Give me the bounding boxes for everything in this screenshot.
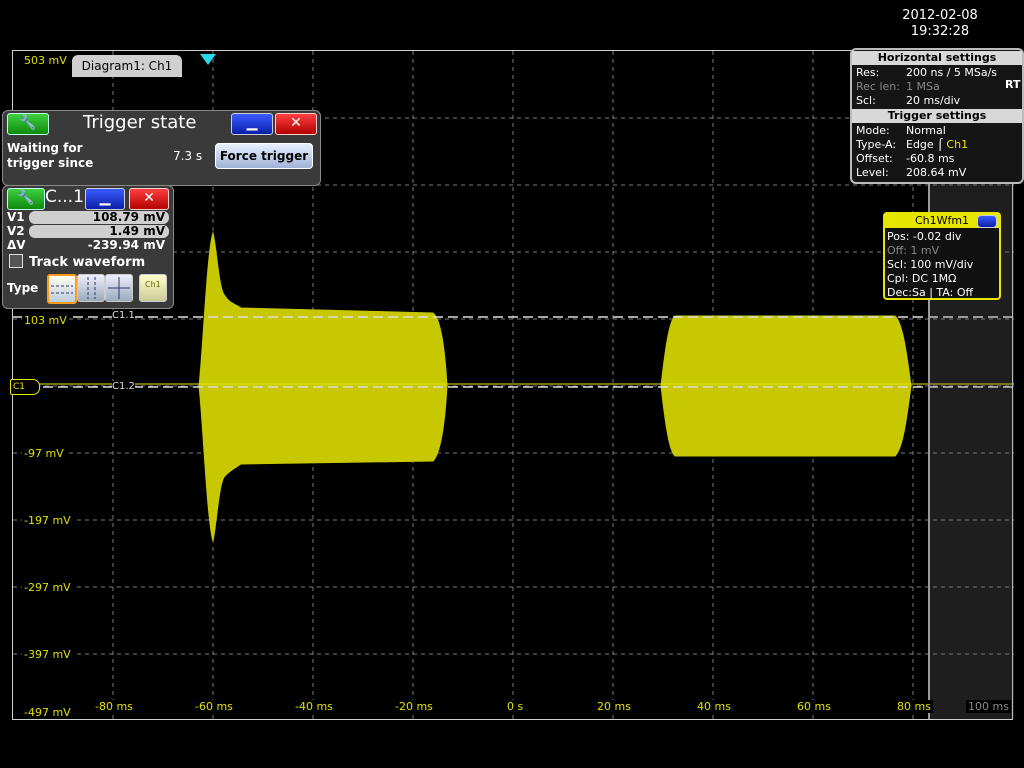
y-label-7: -497 mV xyxy=(22,706,73,719)
type-row[interactable]: Type-A: Edge ⌠ Ch1 xyxy=(856,138,968,152)
x-label-6: 20 ms xyxy=(595,700,633,713)
horizontal-cursor-type-icon[interactable] xyxy=(47,274,77,304)
cursor-title: C...1 xyxy=(45,187,84,207)
x-label-3: -40 ms xyxy=(293,700,335,713)
x-label-5: 0 s xyxy=(505,700,526,713)
trigger-wait-time: 7.3 s xyxy=(173,149,203,163)
settings-panel: Horizontal settings Res: 200 ns / 5 MSa/s… xyxy=(850,48,1024,184)
x-label-10: 100 ms xyxy=(966,700,1011,713)
y-label-2: 103 mV xyxy=(22,314,69,327)
v1-label: V1 xyxy=(7,210,25,224)
y-label-4: -197 mV xyxy=(22,514,73,527)
x-label-7: 40 ms xyxy=(695,700,733,713)
x-label-9: 80 ms xyxy=(895,700,933,713)
wfm-scl: Scl: 100 mV/div xyxy=(887,258,974,271)
force-trigger-button[interactable]: Force trigger xyxy=(215,143,313,169)
scale-row[interactable]: Scl: 20 ms/div xyxy=(856,94,960,108)
trigger-position-icon[interactable] xyxy=(198,52,218,66)
cursor-type-label: Type xyxy=(7,281,39,295)
trigger-state-panel: 🔧 Trigger state ▁ ✕ Waiting for trigger … xyxy=(2,110,321,186)
v2-value: 1.49 mV xyxy=(29,225,169,238)
cursor-close-icon[interactable]: ✕ xyxy=(129,188,169,210)
wfm-off: Off: 1 mV xyxy=(887,244,940,257)
ch1-source-icon[interactable]: Ch1 xyxy=(139,274,167,302)
datetime: 2012-02-08 19:32:28 xyxy=(880,8,1000,40)
date-text: 2012-02-08 xyxy=(902,8,978,23)
vertical-cursor-type-icon[interactable] xyxy=(77,274,105,302)
minimize-icon[interactable]: ▁ xyxy=(231,113,273,135)
mode-row[interactable]: Mode: Normal xyxy=(856,124,946,138)
cursor-minimize-icon[interactable]: ▁ xyxy=(85,188,125,210)
rt-label: RT xyxy=(1005,78,1021,91)
horizontal-settings-title: Horizontal settings xyxy=(852,51,1022,65)
ch1-waveform-panel[interactable]: Ch1Wfm1 Pos: -0.02 div Off: 1 mV Scl: 10… xyxy=(883,212,1001,300)
rising-edge-icon: ⌠ xyxy=(937,138,943,151)
v1-value: 108.79 mV xyxy=(29,211,169,224)
burst-2 xyxy=(660,315,912,457)
wfm-minimize-icon[interactable] xyxy=(977,215,997,228)
waiting-line1: Waiting for xyxy=(7,141,83,155)
x-label-8: 60 ms xyxy=(795,700,833,713)
trigger-waiting-text: Waiting for trigger since xyxy=(7,141,93,171)
wrench-icon[interactable]: 🔧 xyxy=(7,113,49,135)
both-cursor-type-icon[interactable] xyxy=(105,274,133,302)
level-row[interactable]: Level: 208.64 mV xyxy=(856,166,966,180)
cursor-wrench-icon[interactable]: 🔧 xyxy=(7,188,45,210)
waiting-line2: trigger since xyxy=(7,156,94,170)
offset-row[interactable]: Offset: -60.8 ms xyxy=(856,152,954,166)
close-icon[interactable]: ✕ xyxy=(275,113,317,135)
x-label-2: -60 ms xyxy=(193,700,235,713)
rec-len-row[interactable]: Rec len: 1 MSa xyxy=(856,80,940,94)
wfm-cpl: Cpl: DC 1MΩ xyxy=(887,272,957,285)
cursor-panel: 🔧 C...1 ▁ ✕ V1 108.79 mV V2 1.49 mV ΔV -… xyxy=(2,185,174,309)
cursor-label-c12[interactable]: C1.2 xyxy=(112,381,135,392)
wfm-dec: Dec:Sa | TA: Off xyxy=(887,286,974,299)
dv-value: -239.94 mV xyxy=(87,238,165,252)
cursor-v2-row: V2 1.49 mV xyxy=(7,225,169,238)
y-label-3: -97 mV xyxy=(22,447,66,460)
y-label-6: -397 mV xyxy=(22,648,73,661)
track-waveform-toggle[interactable]: Track waveform xyxy=(9,254,145,270)
trigger-settings-title: Trigger settings xyxy=(852,109,1022,123)
cursor-dv-row: ΔV -239.94 mV xyxy=(7,239,169,252)
cursor-label-c11[interactable]: C1.1 xyxy=(112,310,135,321)
track-label: Track waveform xyxy=(29,255,146,270)
wfm-pos: Pos: -0.02 div xyxy=(887,230,962,243)
y-label-1: 503 mV xyxy=(22,54,69,67)
dv-label: ΔV xyxy=(7,238,26,252)
svg-text:Ch1: Ch1 xyxy=(145,280,161,289)
x-label-4: -20 ms xyxy=(393,700,435,713)
v2-label: V2 xyxy=(7,224,25,238)
cursor-v1-row: V1 108.79 mV xyxy=(7,211,169,224)
diagram-tab[interactable]: Diagram1: Ch1 xyxy=(72,55,182,77)
y-label-5: -297 mV xyxy=(22,581,73,594)
track-checkbox[interactable] xyxy=(9,254,23,268)
res-row[interactable]: Res: 200 ns / 5 MSa/s xyxy=(856,66,997,80)
time-text: 19:32:28 xyxy=(910,24,970,39)
trigger-state-title: Trigger state xyxy=(83,112,197,133)
x-label-1: -80 ms xyxy=(93,700,135,713)
ch1-offset-marker[interactable]: C1 xyxy=(10,379,40,395)
